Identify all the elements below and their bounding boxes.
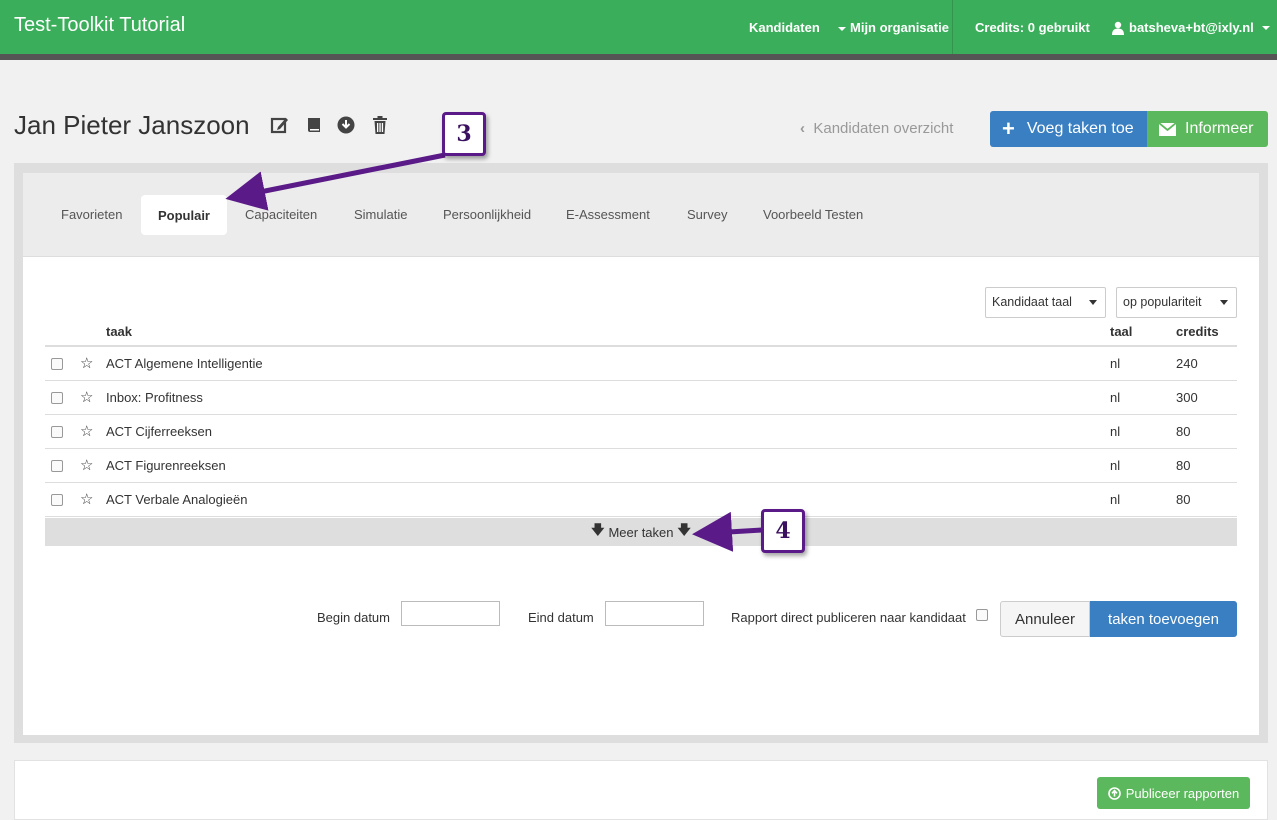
callout-badge-3: 3 bbox=[442, 112, 486, 156]
annotation-arrows bbox=[225, 152, 763, 552]
callout-badge-4: 4 bbox=[761, 509, 805, 553]
callout-arrow-4 bbox=[692, 511, 763, 552]
callout-arrow-3 bbox=[225, 152, 446, 211]
